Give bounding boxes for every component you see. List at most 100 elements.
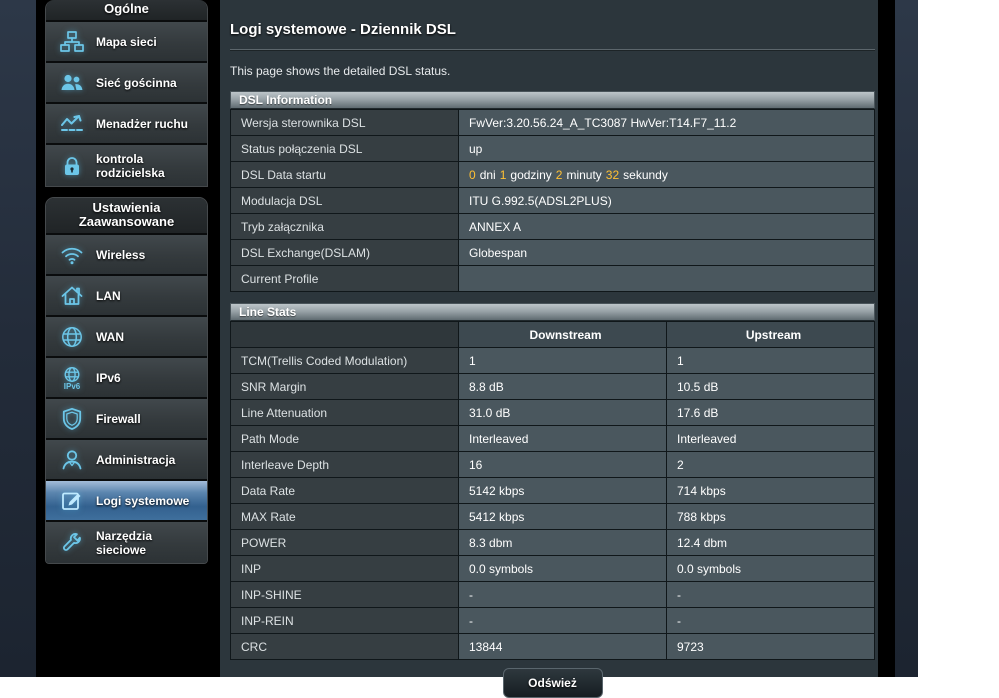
row-value <box>459 266 875 292</box>
row-value: up <box>459 136 875 162</box>
sidebar-item-ipv6[interactable]: IPv6 IPv6 <box>46 358 207 399</box>
sidebar-section-general: Ogólne Mapa sieci <box>45 0 208 187</box>
row-label: TCM(Trellis Coded Modulation) <box>231 348 459 374</box>
globe-icon <box>59 324 85 350</box>
wrench-icon <box>59 530 85 556</box>
page-description: This page shows the detailed DSL status. <box>230 64 878 78</box>
sidebar-item-kontrola-rodzicielska[interactable]: kontrola rodzicielska <box>46 145 207 186</box>
upstream-value: 12.4 dbm <box>667 530 875 556</box>
uptime-days-unit: dni <box>480 168 496 182</box>
title-divider <box>230 49 875 51</box>
table-row: POWER 8.3 dbm 12.4 dbm <box>231 530 875 556</box>
sidebar-item-administracja[interactable]: Administracja <box>46 440 207 481</box>
row-label: INP-REIN <box>231 608 459 634</box>
sidebar-item-label: Firewall <box>96 412 141 426</box>
upstream-value: 788 kbps <box>667 504 875 530</box>
uptime-hours-unit: godziny <box>510 168 551 182</box>
upstream-value: 1 <box>667 348 875 374</box>
upstream-value: 17.6 dB <box>667 400 875 426</box>
sidebar-item-menadzer-ruchu[interactable]: Menadżer ruchu <box>46 104 207 145</box>
table-row: DSL Exchange(DSLAM) Globespan <box>231 240 875 266</box>
router-ui: Ogólne Mapa sieci <box>36 0 895 677</box>
sidebar-item-lan[interactable]: LAN <box>46 276 207 317</box>
row-label: Status połączenia DSL <box>231 136 459 162</box>
sidebar-section-title: Ustawienia Zaawansowane <box>46 198 207 235</box>
sidebar-item-label: Menadżer ruchu <box>96 117 188 131</box>
table-row: DSL Data startu 0dni1godziny2minuty32sek… <box>231 162 875 188</box>
table-row: Interleave Depth 16 2 <box>231 452 875 478</box>
system-log-edit-icon <box>59 488 85 514</box>
row-label: INP-SHINE <box>231 582 459 608</box>
sidebar-item-firewall[interactable]: Firewall <box>46 399 207 440</box>
downstream-value: 8.8 dB <box>459 374 667 400</box>
row-label: MAX Rate <box>231 504 459 530</box>
row-value: Globespan <box>459 240 875 266</box>
table-row: MAX Rate 5412 kbps 788 kbps <box>231 504 875 530</box>
row-label: POWER <box>231 530 459 556</box>
sidebar-item-mapa-sieci[interactable]: Mapa sieci <box>46 22 207 63</box>
row-label: Path Mode <box>231 426 459 452</box>
table-row: Current Profile <box>231 266 875 292</box>
upstream-value: - <box>667 582 875 608</box>
traffic-manager-icon <box>59 111 85 137</box>
downstream-column-header: Downstream <box>459 322 667 348</box>
uptime-hours: 1 <box>500 168 507 182</box>
row-label: CRC <box>231 634 459 660</box>
ipv6-globe-icon: IPv6 <box>59 365 85 391</box>
sidebar-item-logi-systemowe[interactable]: Logi systemowe <box>46 481 207 522</box>
corner-cell <box>231 322 459 348</box>
table-row: Status połączenia DSL up <box>231 136 875 162</box>
column-header-row: Downstream Upstream <box>231 322 875 348</box>
sidebar: Ogólne Mapa sieci <box>36 0 220 677</box>
sidebar-item-label: WAN <box>96 330 124 344</box>
downstream-value: 31.0 dB <box>459 400 667 426</box>
router-right-edge <box>878 0 895 677</box>
refresh-button[interactable]: Odśwież <box>503 668 603 698</box>
uptime-minutes-unit: minuty <box>566 168 601 182</box>
downstream-value: - <box>459 582 667 608</box>
sidebar-section-advanced: Ustawienia Zaawansowane Wireless <box>45 197 208 564</box>
home-icon <box>59 283 85 309</box>
button-row: Odśwież <box>230 668 875 698</box>
sidebar-item-label: Sieć gościnna <box>96 76 177 90</box>
row-label: Current Profile <box>231 266 459 292</box>
table-row: TCM(Trellis Coded Modulation) 1 1 <box>231 348 875 374</box>
sidebar-item-label: Wireless <box>96 248 145 262</box>
row-label: SNR Margin <box>231 374 459 400</box>
table-row: Path Mode Interleaved Interleaved <box>231 426 875 452</box>
table-row: SNR Margin 8.8 dB 10.5 dB <box>231 374 875 400</box>
downstream-value: 5412 kbps <box>459 504 667 530</box>
wifi-icon <box>59 242 85 268</box>
uptime-days: 0 <box>469 168 476 182</box>
upstream-value: Interleaved <box>667 426 875 452</box>
row-label: Tryb załącznika <box>231 214 459 240</box>
sidebar-item-narzedzia-sieciowe[interactable]: Narzędzia sieciowe <box>46 522 207 563</box>
sidebar-item-siec-goscinna[interactable]: Sieć gościnna <box>46 63 207 104</box>
row-label: DSL Exchange(DSLAM) <box>231 240 459 266</box>
router-admin-page: Ogólne Mapa sieci <box>0 0 999 677</box>
table-row: Wersja sterownika DSL FwVer:3.20.56.24_A… <box>231 110 875 136</box>
downstream-value: 5142 kbps <box>459 478 667 504</box>
sidebar-item-label: kontrola rodzicielska <box>96 152 196 180</box>
upstream-column-header: Upstream <box>667 322 875 348</box>
table-row: Data Rate 5142 kbps 714 kbps <box>231 478 875 504</box>
row-value: ANNEX A <box>459 214 875 240</box>
network-map-icon <box>59 29 85 55</box>
parental-control-lock-icon <box>59 153 85 179</box>
row-label: Interleave Depth <box>231 452 459 478</box>
downstream-value: 16 <box>459 452 667 478</box>
sidebar-item-wireless[interactable]: Wireless <box>46 235 207 276</box>
upstream-value: 0.0 symbols <box>667 556 875 582</box>
sidebar-item-label: Administracja <box>96 453 175 467</box>
downstream-value: - <box>459 608 667 634</box>
uptime-seconds: 32 <box>606 168 619 182</box>
sidebar-item-wan[interactable]: WAN <box>46 317 207 358</box>
dsl-information-header: DSL Information <box>230 91 875 109</box>
admin-person-icon <box>59 447 85 473</box>
browser-background <box>918 0 999 677</box>
line-stats-table: Downstream Upstream TCM(Trellis Coded Mo… <box>230 321 875 660</box>
svg-text:IPv6: IPv6 <box>64 382 81 391</box>
table-row: CRC 13844 9723 <box>231 634 875 660</box>
row-label: Line Attenuation <box>231 400 459 426</box>
downstream-value: 13844 <box>459 634 667 660</box>
